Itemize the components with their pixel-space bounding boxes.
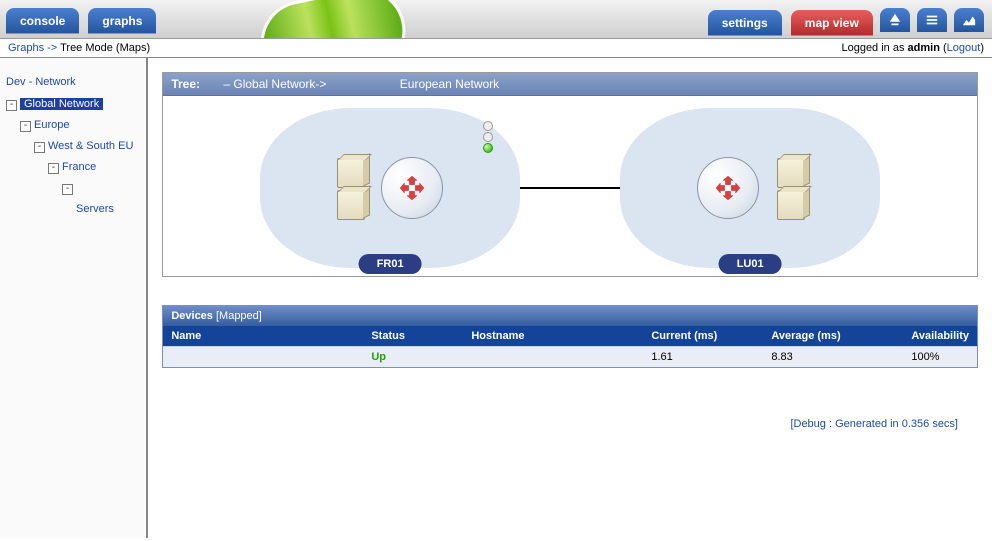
server-icon — [337, 158, 363, 218]
tab-console[interactable]: console — [6, 8, 79, 33]
breadcrumb: Graphs -> Tree Mode (Maps) — [8, 42, 150, 54]
cell-status: Up — [363, 347, 463, 367]
logo-swoosh — [253, 0, 414, 39]
link-line — [520, 187, 620, 189]
sidebar-item[interactable]: -Global Network — [6, 96, 140, 113]
cell-current: 1.61 — [643, 347, 763, 367]
sidebar-item[interactable]: Servers — [6, 201, 140, 217]
cell-hostname — [463, 347, 643, 367]
body-layout: Dev - Network -Global Network -Europe -West… — [0, 58, 992, 538]
map-title-sep: – — [223, 77, 233, 91]
node-label: FR01 — [359, 254, 422, 274]
map-panel: Tree: – Global Network-> European Networ… — [162, 72, 978, 277]
breadcrumb-current: Tree Mode (Maps) — [60, 42, 150, 54]
status-led-stack — [482, 120, 494, 154]
devices-table: Devices [Mapped] Name Status Hostname Cu… — [162, 305, 978, 368]
logout-link[interactable]: Logout — [947, 42, 981, 54]
node-label: LU01 — [719, 254, 782, 274]
cell-name — [163, 347, 363, 367]
sidebar-tree: Dev - Network -Global Network -Europe -West… — [0, 58, 148, 538]
network-cloud[interactable]: FR01 — [260, 108, 520, 268]
devices-table-title: Devices [Mapped] — [163, 306, 977, 326]
devices-title-text: Devices — [171, 310, 213, 322]
col-average: Average (ms) — [763, 326, 903, 346]
router-icon — [697, 157, 759, 219]
devices-table-body: Up 1.618.83100% — [163, 346, 977, 367]
tree-icon[interactable] — [880, 8, 910, 32]
cell-average: 8.83 — [763, 347, 903, 367]
sidebar-item[interactable]: -Europe — [6, 117, 140, 134]
sidebar-item[interactable]: -West & South EU — [6, 138, 140, 155]
tree-toggle-icon[interactable]: - — [48, 163, 59, 174]
tree-toggle-icon[interactable]: - — [20, 121, 31, 132]
tab-map-view[interactable]: map view — [791, 10, 873, 35]
tree-toggle-icon[interactable]: - — [34, 142, 45, 153]
logged-in-user: admin — [908, 42, 940, 54]
devices-table-header-row: Name Status Hostname Current (ms) Averag… — [163, 326, 977, 346]
debug-line: [Debug : Generated in 0.356 secs] — [162, 418, 978, 430]
login-status: Logged in as admin (Logout) — [841, 42, 984, 54]
top-bar: console graphs settings map view — [0, 0, 992, 39]
tab-settings[interactable]: settings — [708, 10, 782, 35]
map-title-prefix: Tree: — [171, 77, 200, 91]
server-icon — [777, 158, 803, 218]
col-status: Status — [363, 326, 463, 346]
menu-icon[interactable] — [917, 8, 947, 32]
col-availability: Availability — [903, 326, 977, 346]
sidebar-item[interactable]: - — [6, 180, 140, 197]
logged-in-prefix: Logged in as — [841, 42, 907, 54]
right-tab-group: settings map view — [702, 0, 984, 35]
breadcrumb-bar: Graphs -> Tree Mode (Maps) Logged in as … — [0, 39, 992, 58]
tree-toggle-icon[interactable]: - — [62, 184, 73, 195]
breadcrumb-sep: -> — [44, 42, 60, 54]
tab-graphs[interactable]: graphs — [88, 8, 156, 33]
map-canvas: FR01 LU01 — [163, 96, 977, 276]
main-pane: Tree: – Global Network-> European Networ… — [148, 58, 992, 538]
breadcrumb-root-link[interactable]: Graphs — [8, 42, 44, 54]
network-cloud[interactable]: LU01 — [620, 108, 880, 268]
sidebar-item[interactable]: Dev - Network — [6, 74, 140, 90]
tree-toggle-icon[interactable]: - — [6, 100, 17, 111]
devices-title-suffix: [Mapped] — [213, 310, 262, 322]
map-title-parent: Global Network-> — [233, 77, 326, 91]
router-icon — [381, 157, 443, 219]
map-title-current: European Network — [400, 77, 499, 91]
table-row[interactable]: Up 1.618.83100% — [163, 346, 977, 367]
chart-icon[interactable] — [954, 8, 984, 32]
col-name: Name — [163, 326, 363, 346]
col-current: Current (ms) — [643, 326, 763, 346]
sidebar-item[interactable]: -France — [6, 159, 140, 176]
cell-availability: 100% — [903, 347, 977, 367]
col-hostname: Hostname — [463, 326, 643, 346]
map-panel-header: Tree: – Global Network-> European Networ… — [163, 73, 977, 96]
